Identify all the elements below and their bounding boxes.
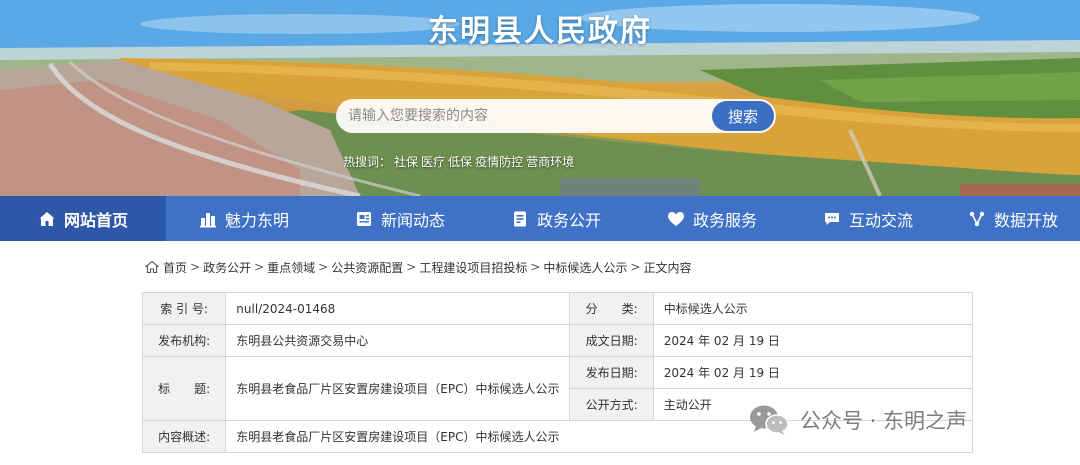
publisher-value: 东明县公共资源交易中心 — [225, 324, 571, 357]
site-title: 东明县人民政府 — [428, 14, 652, 49]
home-icon — [38, 210, 56, 228]
breadcrumb-link[interactable]: 工程建设项目招投标 — [419, 259, 527, 276]
nav-item-label: 数据开放 — [993, 210, 1058, 230]
page: 东明县人民政府 搜索 热搜词：社保医疗低保疫情防控营商环境 网站首页 魅力东明 — [0, 0, 1080, 465]
title-label: 标 题: — [141, 356, 227, 421]
city-icon — [199, 210, 217, 228]
category-label: 分 类: — [569, 292, 654, 325]
publisher-label: 发布机构: — [141, 324, 227, 357]
wechat-watermark: 公众号 · 东明之声 — [748, 400, 967, 440]
nav-item-label: 互动交流 — [848, 210, 913, 230]
nav-item-gov-services[interactable]: 政务服务 — [634, 196, 790, 241]
hot-word-link[interactable]: 营商环境 — [526, 155, 574, 169]
hot-search-words: 热搜词： 社保 医疗 低保 疫情防控 营商环境 — [343, 153, 577, 170]
breadcrumb-link[interactable]: 中标候选人公示 — [543, 259, 627, 276]
nav-item-label: 新闻动态 — [380, 210, 445, 230]
hot-word-link[interactable]: 低保 — [448, 155, 472, 169]
breadcrumb-link[interactable]: 公共资源配置 — [331, 259, 403, 276]
disclosure-label: 公开方式: — [569, 388, 654, 421]
breadcrumb-separator: > — [254, 260, 265, 274]
document-icon — [511, 210, 529, 228]
breadcrumb-separator: > — [630, 260, 641, 274]
publish-date-label: 发布日期: — [569, 356, 654, 389]
search-box: 搜索 — [336, 99, 776, 133]
home-icon — [145, 260, 159, 274]
table-row: 发布机构: 东明县公共资源交易中心 成文日期: 2024 年 02 月 19 日 — [141, 324, 974, 357]
nav-item-interaction[interactable]: 互动交流 — [790, 196, 946, 241]
created-date-label: 成文日期: — [569, 324, 654, 357]
breadcrumb-separator: > — [318, 260, 329, 274]
nav-item-open-data[interactable]: 数据开放 — [946, 196, 1080, 241]
breadcrumb-separator: > — [406, 260, 417, 274]
title-value: 东明县老食品厂片区安置房建设项目（EPC）中标候选人公示 — [225, 356, 571, 421]
breadcrumb-separator: > — [530, 260, 541, 274]
chat-icon — [823, 210, 841, 228]
hot-word-link[interactable]: 社保 — [394, 155, 418, 169]
breadcrumb-link[interactable]: 首页 — [163, 259, 187, 276]
watermark-text: 公众号 · 东明之声 — [800, 409, 968, 433]
table-row: 索 引 号: null/2024-01468 分 类: 中标候选人公示 — [141, 292, 974, 325]
breadcrumb-link[interactable]: 政务公开 — [203, 259, 251, 276]
breadcrumb: 首页 > 政务公开 > 重点领域 > 公共资源配置 > 工程建设项目招投标 > … — [145, 259, 691, 275]
main-nav: 网站首页 魅力东明 新闻动态 政务公开 政务服务 互动交流 数据开放 — [0, 196, 1080, 241]
nav-item-news[interactable]: 新闻动态 — [322, 196, 478, 241]
breadcrumb-current: 正文内容 — [643, 260, 692, 275]
hot-word-link[interactable]: 医疗 — [421, 155, 445, 169]
breadcrumb-separator: > — [190, 260, 201, 274]
summary-label: 内容概述: — [141, 420, 227, 453]
search-button[interactable]: 搜索 — [712, 101, 774, 131]
hot-word-link[interactable]: 疫情防控 — [475, 155, 523, 169]
news-icon — [355, 210, 373, 228]
hot-words-label: 热搜词： — [343, 155, 392, 169]
nav-item-label: 网站首页 — [63, 210, 128, 230]
index-no-value: null/2024-01468 — [225, 292, 571, 325]
nav-item-home[interactable]: 网站首页 — [0, 196, 166, 241]
table-row: 标 题: 东明县老食品厂片区安置房建设项目（EPC）中标候选人公示 发布日期: … — [141, 356, 974, 421]
category-value: 中标候选人公示 — [652, 292, 974, 325]
header-banner: 东明县人民政府 搜索 热搜词：社保医疗低保疫情防控营商环境 — [0, 0, 1080, 196]
search-input[interactable] — [348, 99, 708, 133]
nav-item-label: 政务公开 — [536, 210, 601, 230]
breadcrumb-link[interactable]: 重点领域 — [267, 259, 315, 276]
created-date-value: 2024 年 02 月 19 日 — [652, 324, 974, 357]
data-icon — [968, 210, 986, 228]
heart-icon — [667, 210, 685, 228]
nav-item-charm[interactable]: 魅力东明 — [166, 196, 322, 241]
nav-item-label: 魅力东明 — [224, 210, 289, 230]
wechat-icon — [750, 405, 789, 435]
nav-item-label: 政务服务 — [692, 210, 757, 230]
nav-item-gov-affairs[interactable]: 政务公开 — [478, 196, 634, 241]
publish-date-value: 2024 年 02 月 19 日 — [652, 356, 974, 389]
index-no-label: 索 引 号: — [141, 292, 227, 325]
